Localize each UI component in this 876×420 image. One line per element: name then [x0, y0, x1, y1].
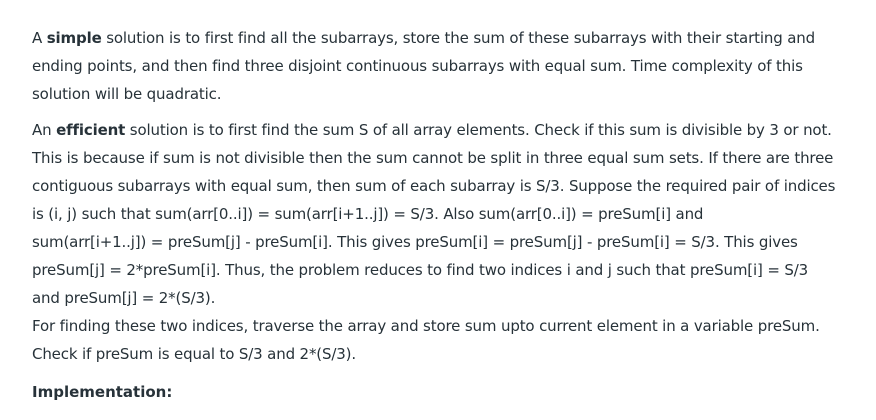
- bold-keyword-simple: simple: [46, 29, 102, 47]
- paragraph-line: This is because if sum is not divisible …: [32, 149, 834, 167]
- paragraph-line: preSum[j] = 2*preSum[i]. Thus, the probl…: [32, 261, 809, 279]
- efficient-solution-paragraph: An efficient solution is to first find t…: [32, 116, 856, 312]
- paragraph-line: For finding these two indices, traverse …: [32, 317, 820, 335]
- indices-paragraph: For finding these two indices, traverse …: [32, 312, 856, 368]
- paragraph-line: A simple solution is to first find all t…: [32, 24, 856, 52]
- bold-keyword-efficient: efficient: [56, 121, 126, 139]
- text-segment: An: [32, 121, 57, 139]
- paragraph-line: ending points, and then find three disjo…: [32, 57, 803, 75]
- paragraph-line: An efficient solution is to first find t…: [32, 116, 856, 144]
- paragraph-line: and preSum[j] = 2*(S/3).: [32, 289, 216, 307]
- simple-solution-paragraph: A simple solution is to first find all t…: [32, 24, 856, 108]
- paragraph-line: contiguous subarrays with equal sum, the…: [32, 177, 836, 195]
- article-content: A simple solution is to first find all t…: [0, 0, 876, 420]
- text-segment: solution is to first find all the subarr…: [101, 29, 815, 47]
- text-segment: solution is to first find the sum S of a…: [125, 121, 832, 139]
- paragraph-line: Check if preSum is equal to S/3 and 2*(S…: [32, 345, 356, 363]
- paragraph-line: is (i, j) such that sum(arr[0..i]) = sum…: [32, 205, 704, 223]
- text-segment: A: [32, 29, 47, 47]
- paragraph-line: sum(arr[i+1..j]) = preSum[j] - preSum[i]…: [32, 233, 798, 251]
- paragraph-line: solution will be quadratic.: [32, 85, 222, 103]
- implementation-heading: Implementation:: [32, 383, 173, 401]
